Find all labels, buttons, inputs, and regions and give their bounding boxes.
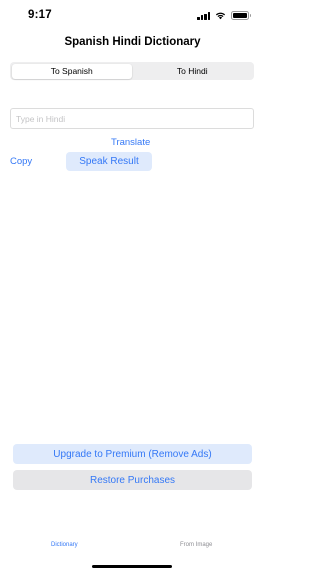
translate-button[interactable]: Translate [111,137,150,148]
direction-segmented-control[interactable]: To Spanish To Hindi [10,62,254,80]
segment-to-hindi[interactable]: To Hindi [132,64,253,79]
restore-purchases-button[interactable]: Restore Purchases [13,470,252,490]
cellular-signal-icon [197,11,210,20]
home-indicator[interactable] [92,565,172,568]
tab-from-image[interactable]: From Image [180,542,212,548]
speak-result-button[interactable]: Speak Result [66,152,152,171]
copy-button[interactable]: Copy [10,156,32,167]
status-bar: 9:17 [0,0,265,34]
battery-icon [231,11,251,20]
status-time: 9:17 [28,9,52,21]
segment-to-spanish[interactable]: To Spanish [11,63,132,79]
upgrade-premium-button[interactable]: Upgrade to Premium (Remove Ads) [13,444,252,464]
wifi-icon [215,12,226,20]
status-icons [197,11,251,20]
hindi-text-input[interactable] [10,108,254,129]
tab-dictionary[interactable]: Dictionary [51,542,78,548]
page-title: Spanish Hindi Dictionary [64,36,201,48]
